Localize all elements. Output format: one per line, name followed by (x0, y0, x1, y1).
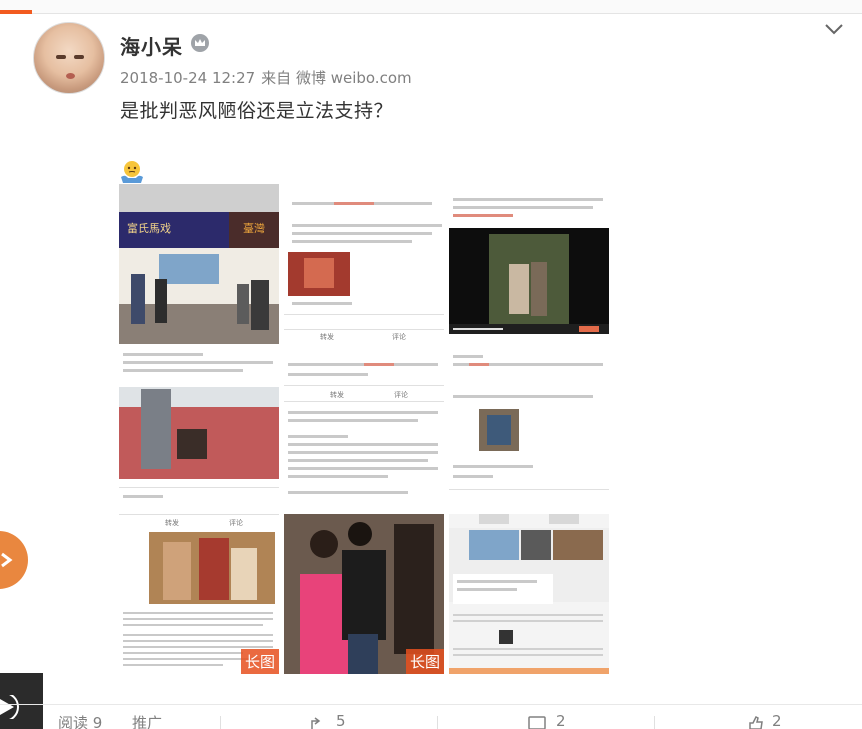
share-label: 转发 (330, 391, 344, 399)
like-icon[interactable] (748, 716, 764, 729)
username[interactable]: 海小呆 (120, 31, 183, 60)
promote-button[interactable]: 推广 (132, 712, 162, 729)
comment-label: 评论 (392, 333, 406, 341)
comments-screenshot-image (284, 349, 444, 509)
avatar-eye (56, 55, 66, 59)
share-label: 转发 (165, 519, 179, 527)
read-count: 阅读 9 (58, 714, 103, 729)
image-grid: 富氏馬戏 臺灣 转发 评论 转发 评论 转发 评论 长图 长图 (119, 184, 609, 674)
avatar[interactable] (33, 22, 105, 94)
crown-icon (191, 34, 209, 52)
thumbnail-reply-screenshot[interactable] (449, 349, 609, 509)
post-source[interactable]: 来自 微博 weibo.com (261, 69, 411, 87)
share-label: 转发 (320, 333, 334, 341)
action-bar (0, 704, 862, 729)
thumbnail-couple-photo[interactable]: 长图 (284, 514, 444, 674)
avatar-mouth (66, 73, 75, 79)
webpage-image (449, 514, 609, 674)
divider (220, 716, 221, 729)
long-image-badge: 长图 (240, 649, 279, 674)
thumbnail-floor-scene[interactable] (119, 349, 279, 509)
thumbnail-post-screenshot[interactable]: 转发 评论 (284, 184, 444, 344)
thumbnail-video[interactable] (449, 184, 609, 344)
post-screenshot-image (284, 184, 444, 344)
long-image-badge: 长图 (405, 649, 444, 674)
shrug-emoji-icon (121, 161, 143, 183)
sign-right: 臺灣 (243, 222, 265, 235)
post-text: 是批判恶风陋俗还是立法支持？ (120, 100, 394, 122)
comment-label: 评论 (229, 519, 243, 527)
reply-screenshot-image (449, 349, 609, 509)
comment-label: 评论 (394, 391, 408, 399)
thumbnail-webpage[interactable] (449, 514, 609, 674)
storefront-image (119, 184, 279, 344)
chevron-right-icon[interactable] (0, 552, 14, 568)
comment-icon[interactable] (528, 716, 546, 729)
thumbnail-comments-screenshot[interactable]: 转发 评论 (284, 349, 444, 509)
video-image (449, 184, 609, 344)
post-timestamp[interactable]: 2018-10-24 12:27 (120, 69, 255, 87)
thumbnail-painting-article[interactable]: 转发 评论 长图 (119, 514, 279, 674)
top-border (0, 0, 862, 14)
comment-count[interactable]: 2 (556, 712, 566, 729)
floor-scene-image (119, 349, 279, 509)
divider (437, 716, 438, 729)
share-icon[interactable] (310, 716, 326, 729)
chevron-down-icon[interactable] (824, 22, 844, 36)
post-meta: 2018-10-24 12:27 来自 微博 weibo.com (120, 67, 418, 88)
share-count[interactable]: 5 (336, 712, 346, 729)
sign-left: 富氏馬戏 (127, 222, 171, 235)
avatar-eye (74, 55, 84, 59)
divider (654, 716, 655, 729)
like-count[interactable]: 2 (772, 712, 782, 729)
thumbnail-storefront[interactable]: 富氏馬戏 臺灣 (119, 184, 279, 344)
